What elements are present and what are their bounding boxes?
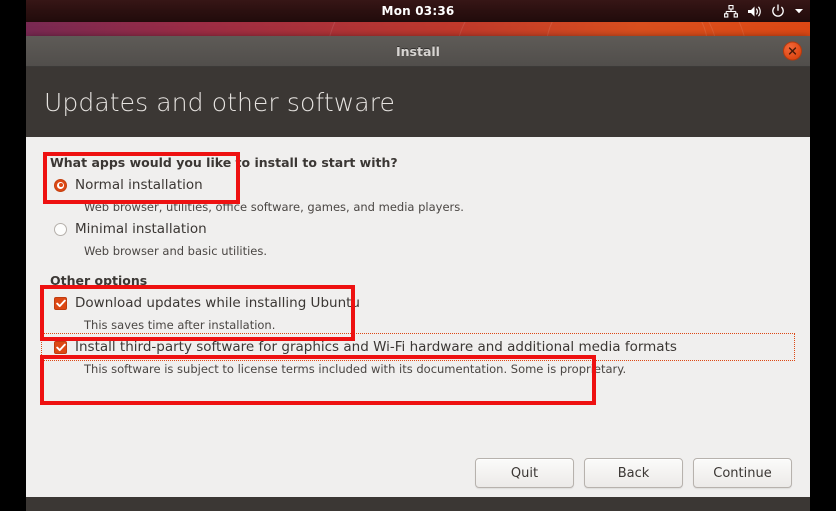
desktop-bottom-strip <box>26 497 810 511</box>
radio-minimal-installation[interactable] <box>54 222 67 236</box>
checkbox-download-updates[interactable] <box>54 296 67 310</box>
radio-normal-installation[interactable] <box>54 178 67 192</box>
other-options-heading: Other options <box>50 273 148 288</box>
description-minimal-installation: Web browser and basic utilities. <box>84 244 268 258</box>
checkbox-row-download-updates[interactable]: Download updates while installing Ubuntu <box>44 292 792 314</box>
chevron-down-icon[interactable] <box>794 7 804 15</box>
description-download-updates: This saves time after installation. <box>84 318 276 332</box>
clock[interactable]: Mon 03:36 <box>382 4 455 18</box>
close-icon[interactable] <box>783 41 802 61</box>
checkbox-row-third-party-software[interactable]: Install third-party software for graphic… <box>41 333 795 361</box>
desktop: Mon 03:36 Install Updates and other soft… <box>0 0 836 511</box>
continue-button[interactable]: Continue <box>693 458 792 488</box>
description-third-party-software: This software is subject to license term… <box>84 362 627 376</box>
back-button[interactable]: Back <box>584 458 683 488</box>
system-tray <box>724 0 804 22</box>
radio-row-normal-installation[interactable]: Normal installation <box>44 174 792 196</box>
checkbox-label-third-party-software: Install third-party software for graphic… <box>75 339 677 355</box>
network-icon[interactable] <box>724 4 738 18</box>
description-normal-installation: Web browser, utilities, office software,… <box>84 200 464 214</box>
power-icon[interactable] <box>771 4 785 18</box>
radio-row-minimal-installation[interactable]: Minimal installation <box>44 218 792 240</box>
window-titlebar[interactable]: Install <box>26 36 810 67</box>
content-area: What apps would you like to install to s… <box>26 137 810 497</box>
footer-buttons: Quit Back Continue <box>26 458 810 488</box>
top-panel: Mon 03:36 <box>26 0 810 22</box>
quit-button[interactable]: Quit <box>475 458 574 488</box>
installer-window: Install Updates and other software What … <box>26 36 810 497</box>
radio-label-minimal-installation: Minimal installation <box>75 221 207 237</box>
page-title: Updates and other software <box>44 87 396 117</box>
radio-label-normal-installation: Normal installation <box>75 177 203 193</box>
window-title: Install <box>396 43 440 59</box>
volume-icon[interactable] <box>747 5 762 18</box>
apps-question-label: What apps would you like to install to s… <box>50 155 398 170</box>
checkbox-label-download-updates: Download updates while installing Ubuntu <box>75 295 360 311</box>
checkbox-third-party-software[interactable] <box>54 340 67 354</box>
page-header: Updates and other software <box>26 67 810 137</box>
